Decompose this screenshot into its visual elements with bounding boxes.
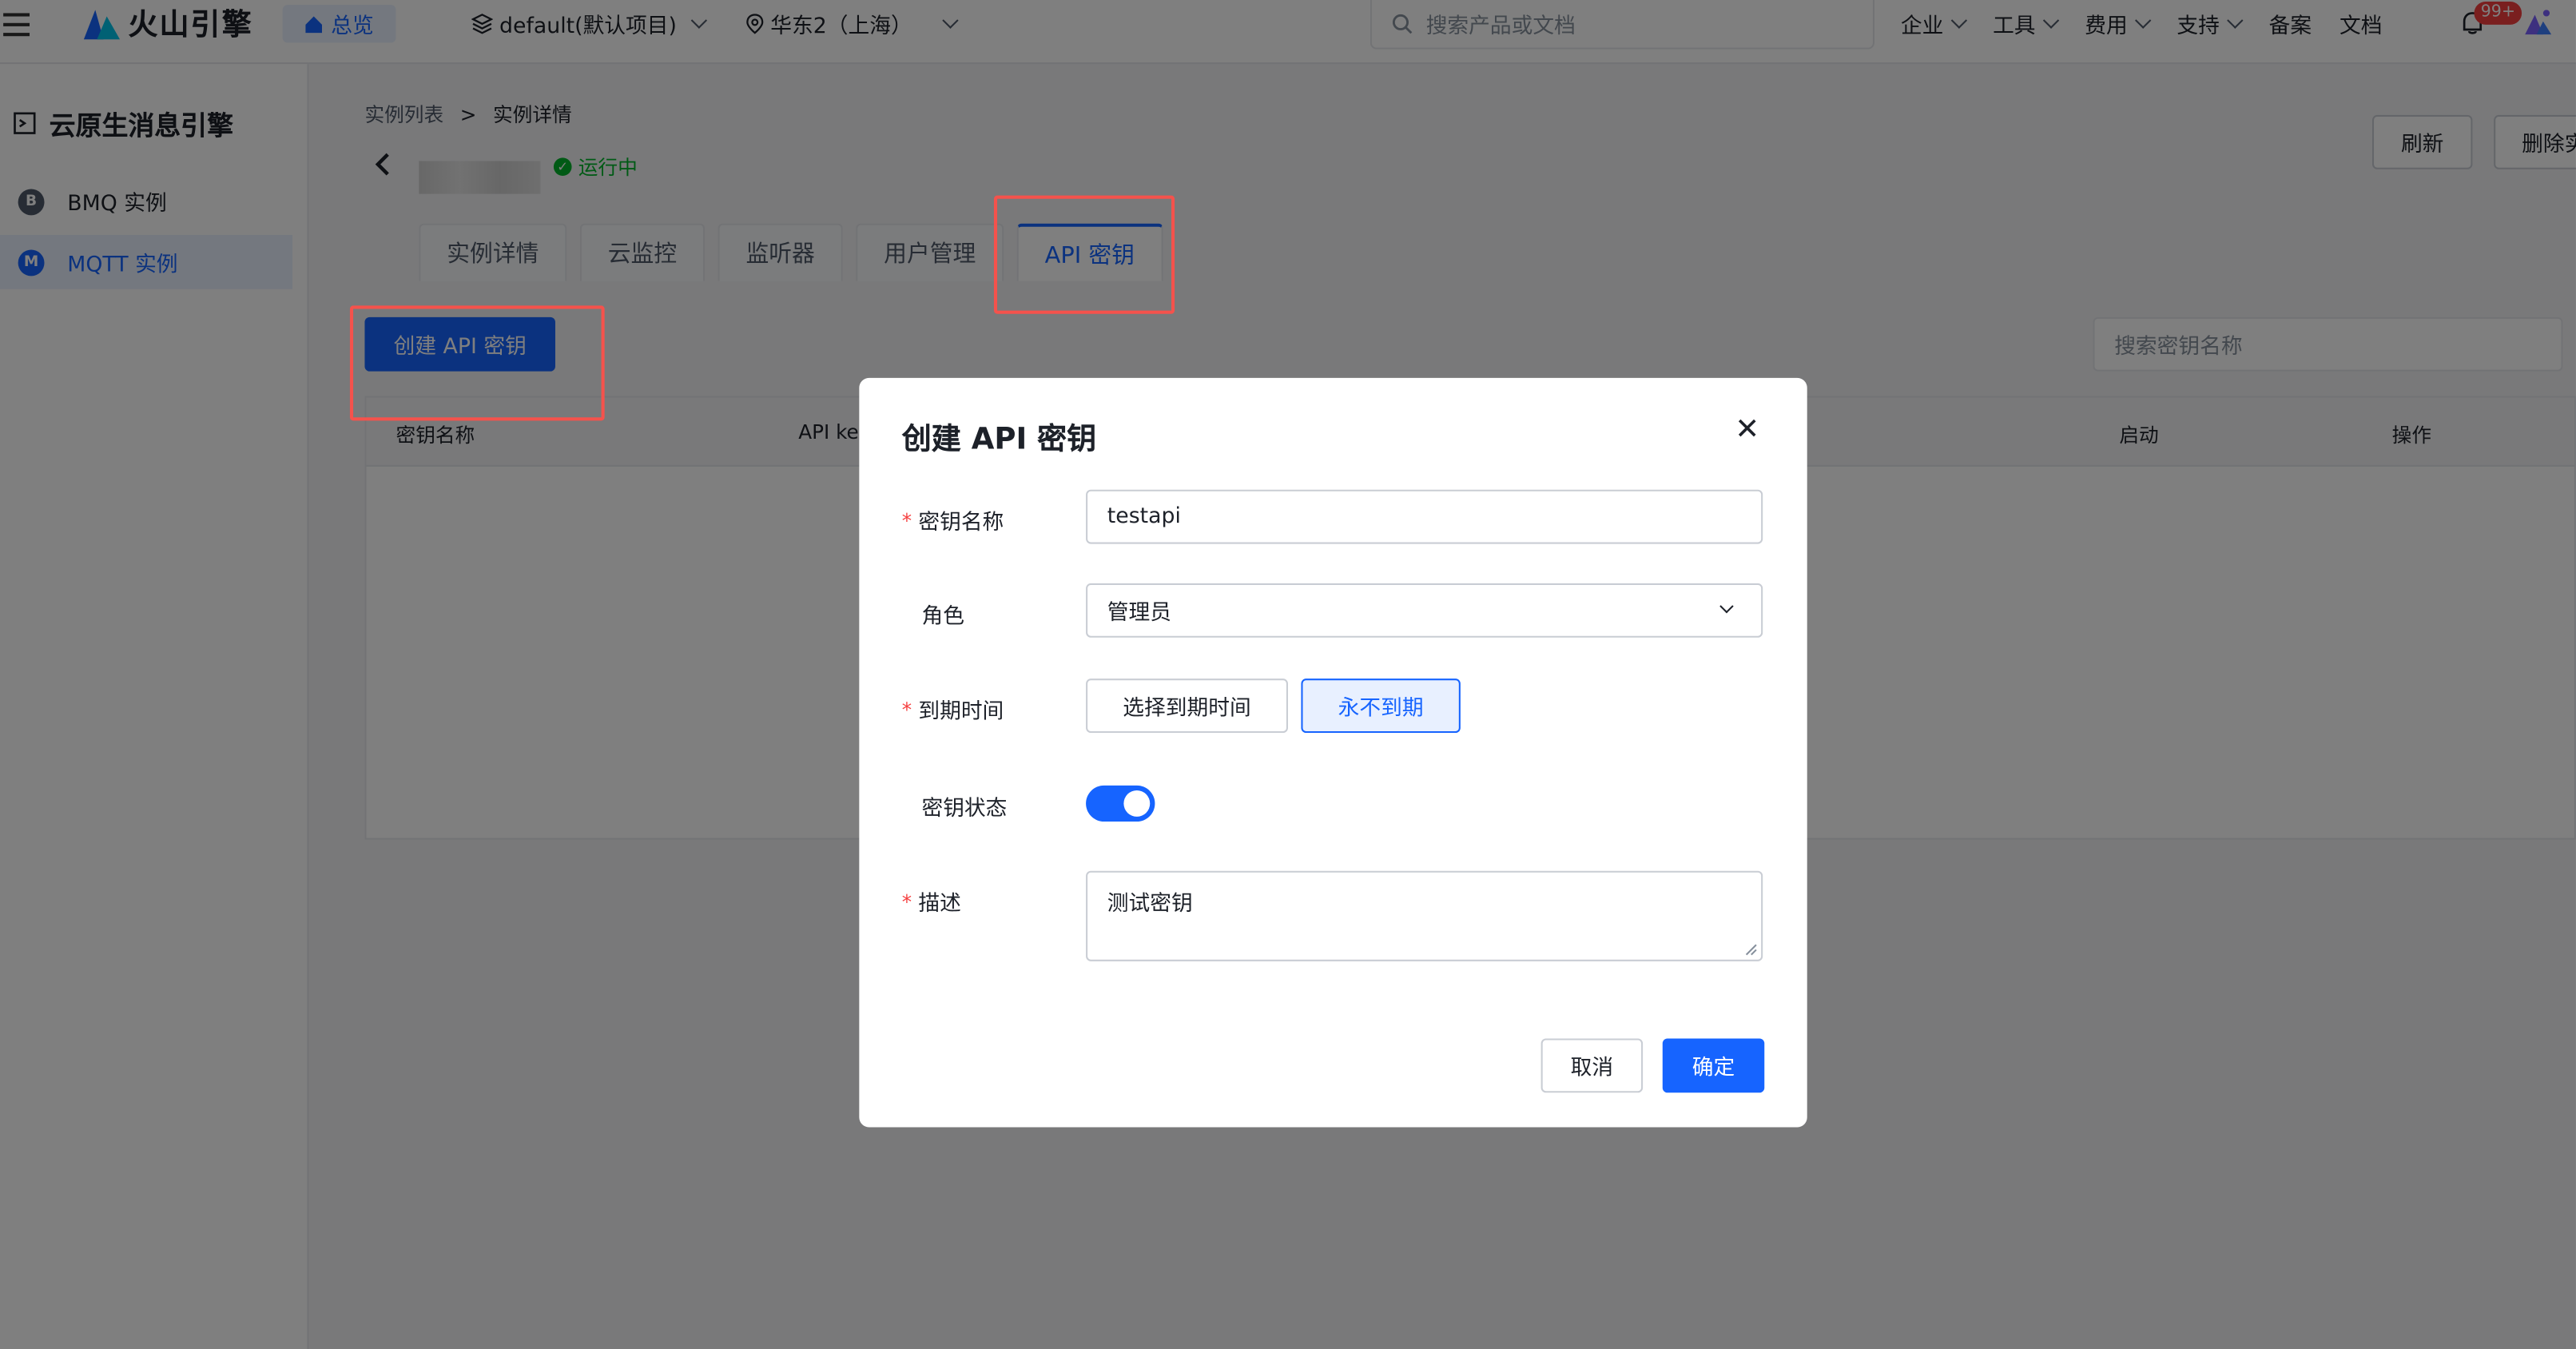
required-mark: *: [901, 508, 912, 532]
description-value: 测试密钥: [1107, 892, 1193, 917]
key-name-input[interactable]: testapi: [1086, 489, 1763, 544]
required-mark: *: [901, 889, 912, 913]
highlight-box-tab: [993, 195, 1175, 314]
label-text: 角色: [921, 604, 964, 630]
expire-label: * 到期时间: [902, 694, 1004, 725]
key-status-toggle[interactable]: [1086, 785, 1155, 822]
label-text: 到期时间: [918, 699, 1004, 725]
label-text: 描述: [918, 892, 961, 917]
description-label: * 描述: [902, 885, 961, 917]
toggle-knob: [1123, 790, 1151, 817]
required-mark: *: [901, 697, 912, 721]
resize-handle-icon[interactable]: [1745, 943, 1758, 956]
expire-never-option[interactable]: 永不到期: [1301, 678, 1461, 734]
role-select[interactable]: 管理员: [1086, 583, 1763, 638]
role-label: 角色: [902, 598, 964, 630]
cancel-button[interactable]: 取消: [1540, 1038, 1644, 1093]
create-api-key-dialog: 创建 API 密钥 ✕ * 密钥名称 testapi 角色 管理员 * 到期时间 选…: [859, 377, 1807, 1128]
label-text: 密钥名称: [918, 511, 1004, 536]
key-name-label: * 密钥名称: [902, 504, 1004, 535]
role-value: 管理员: [1107, 601, 1172, 627]
dialog-title: 创建 API 密钥: [901, 422, 1097, 457]
highlight-box-create: [349, 305, 605, 421]
confirm-button[interactable]: 确定: [1662, 1038, 1765, 1093]
label-text: 密钥状态: [921, 797, 1008, 822]
expire-pick-option[interactable]: 选择到期时间: [1086, 678, 1288, 734]
chevron-down-icon: [1719, 599, 1734, 614]
description-textarea[interactable]: 测试密钥: [1086, 870, 1763, 961]
close-icon[interactable]: ✕: [1735, 415, 1759, 444]
key-status-label: 密钥状态: [902, 790, 1008, 822]
